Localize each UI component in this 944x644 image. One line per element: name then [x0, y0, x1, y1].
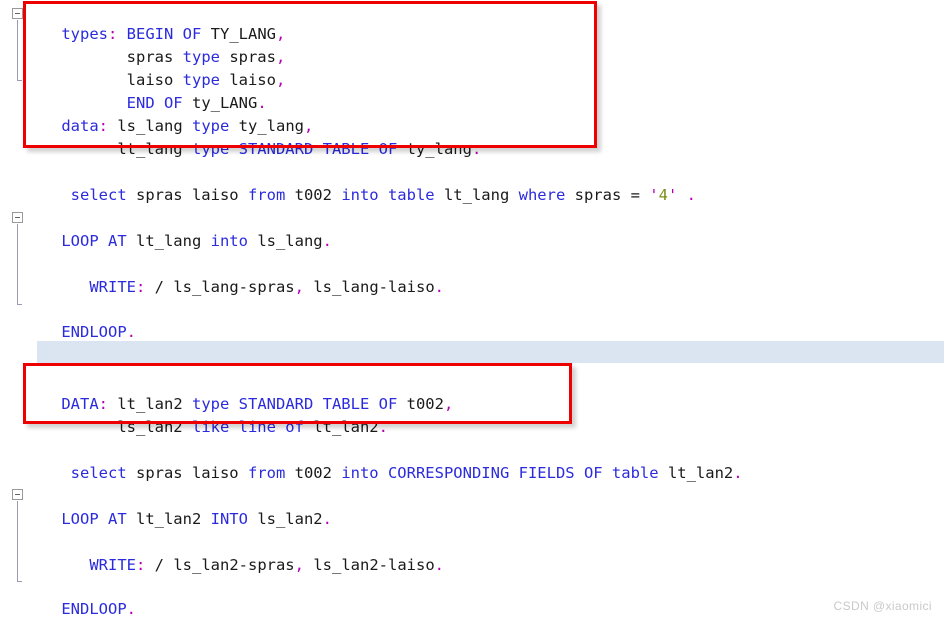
token-identifier: spras: [574, 186, 631, 204]
token-keyword: WRITE: [61, 556, 136, 574]
token-identifier: spras laiso: [135, 186, 248, 204]
token-string-quote: ': [667, 186, 678, 204]
redbox-declaration-data: [23, 363, 572, 424]
token-keyword: select: [61, 464, 136, 482]
token-keyword: into: [210, 232, 258, 250]
fold-guide-foot-types-block: [17, 80, 22, 81]
token-identifier: ls_lang: [257, 232, 323, 250]
token-string-quote: ': [649, 186, 659, 204]
token-keyword: INTO: [210, 510, 258, 528]
fold-guide-loop-1: [17, 224, 18, 304]
token-operator: /: [145, 556, 174, 574]
token-punctuation: .: [126, 323, 136, 341]
token-punctuation: .: [322, 232, 332, 250]
token-punctuation: .: [434, 556, 444, 574]
token-keyword: LOOP AT: [61, 510, 136, 528]
code-editor[interactable]: types: BEGIN OF TY_LANG, spras type spra…: [0, 0, 944, 621]
token-punctuation: .: [126, 600, 136, 618]
token-keyword: select: [61, 186, 136, 204]
code-line-22[interactable]: ENDLOOP.: [0, 575, 136, 618]
token-operator: =: [630, 186, 650, 204]
token-identifier: ls_lan2-laiso: [304, 556, 435, 574]
code-line-18[interactable]: LOOP AT lt_lan2 INTO ls_lan2.: [0, 485, 332, 528]
redbox-declaration-types: [23, 1, 597, 148]
code-line-12[interactable]: ENDLOOP.: [0, 298, 136, 341]
token-punctuation: .: [434, 278, 444, 296]
token-punctuation: :: [135, 556, 146, 574]
token-keyword: WRITE: [61, 278, 136, 296]
token-identifier: lt_lan2: [135, 510, 211, 528]
code-line-17[interactable]: select spras laiso from t002 into CORRES…: [0, 439, 743, 482]
token-identifier: ls_lang-spras: [173, 278, 295, 296]
token-identifier: lt_lang: [135, 232, 211, 250]
token-identifier: ls_lan2: [257, 510, 323, 528]
token-keyword: ENDLOOP: [61, 323, 127, 341]
fold-toggle-types-block[interactable]: [12, 8, 23, 19]
code-line-7[interactable]: select spras laiso from t002 into table …: [0, 161, 696, 204]
token-keyword: into CORRESPONDING FIELDS OF table: [341, 464, 668, 482]
token-punctuation: ,: [294, 278, 304, 296]
token-identifier: t002: [294, 186, 342, 204]
token-punctuation: :: [135, 278, 146, 296]
token-keyword: into table: [341, 186, 444, 204]
token-punctuation: ,: [294, 556, 304, 574]
token-string-literal: 4: [658, 186, 668, 204]
token-punctuation: .: [677, 186, 696, 204]
token-operator: /: [145, 278, 174, 296]
code-line-10[interactable]: WRITE: / ls_lang-spras, ls_lang-laiso.: [0, 253, 444, 296]
code-line-8[interactable]: LOOP AT lt_lang into ls_lang.: [0, 207, 332, 250]
fold-guide-foot-loop-1: [17, 304, 22, 305]
token-identifier: ls_lan2-spras: [173, 556, 295, 574]
fold-guide-loop-2: [17, 501, 18, 581]
token-keyword: where: [518, 186, 575, 204]
fold-toggle-loop-2[interactable]: [12, 489, 23, 500]
token-keyword: LOOP AT: [61, 232, 136, 250]
watermark-text: CSDN @xiaomici: [833, 599, 932, 613]
token-keyword: from: [247, 186, 295, 204]
token-identifier: spras laiso: [135, 464, 248, 482]
fold-toggle-loop-1[interactable]: [12, 212, 23, 223]
token-identifier: ls_lang-laiso: [304, 278, 435, 296]
token-identifier: lt_lan2: [667, 464, 734, 482]
token-identifier: t002: [294, 464, 342, 482]
fold-guide-types-block: [17, 20, 18, 80]
token-keyword: from: [247, 464, 295, 482]
code-line-20[interactable]: WRITE: / ls_lan2-spras, ls_lan2-laiso.: [0, 531, 444, 574]
token-punctuation: .: [322, 510, 332, 528]
token-keyword: ENDLOOP: [61, 600, 127, 618]
token-identifier: lt_lang: [443, 186, 519, 204]
fold-guide-foot-loop-2: [17, 581, 22, 582]
highlighted-code-row: [37, 341, 944, 363]
token-punctuation: .: [733, 464, 743, 482]
